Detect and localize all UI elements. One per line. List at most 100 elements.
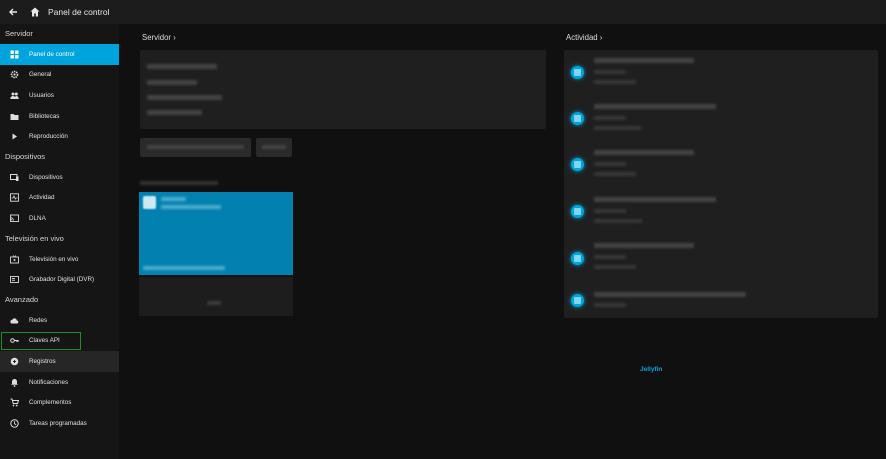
home-icon[interactable] xyxy=(29,6,41,18)
sidebar-item-dlna[interactable]: DLNA xyxy=(0,208,119,229)
sidebar-item-notificaciones[interactable]: Notificaciones xyxy=(0,372,119,393)
blurred-text xyxy=(594,209,626,213)
activity-section-title[interactable]: Actividad › xyxy=(566,33,602,42)
sidebar-item-label: Grabador Digital (DVR) xyxy=(29,276,95,284)
activity-list-card xyxy=(564,50,878,318)
sidebar-item-label: Panel de control xyxy=(29,50,75,58)
blurred-text xyxy=(594,219,642,223)
blurred-text xyxy=(147,80,197,85)
activity-icon xyxy=(571,252,584,265)
top-bar: Panel de control xyxy=(0,0,886,24)
device-logo-icon xyxy=(143,196,156,209)
blurred-text xyxy=(262,145,286,149)
dvr-icon xyxy=(10,275,19,284)
play-icon xyxy=(10,132,19,141)
blurred-text xyxy=(594,162,626,166)
jellyfin-link[interactable]: Jellyfin xyxy=(640,366,662,373)
page-title: Panel de control xyxy=(48,7,110,17)
blurred-text xyxy=(161,197,186,201)
pulse-icon xyxy=(10,193,19,203)
sidebar-item-label: Notificaciones xyxy=(29,378,69,386)
blurred-text xyxy=(147,110,202,115)
blurred-text xyxy=(147,64,217,69)
clock-icon xyxy=(10,419,19,428)
sidebar-item-dispositivos[interactable]: Dispositivos xyxy=(0,167,119,188)
blurred-text xyxy=(594,292,746,297)
blurred-text xyxy=(594,58,694,63)
blurred-text xyxy=(594,126,642,130)
blurred-heading xyxy=(140,181,218,185)
activity-item[interactable] xyxy=(564,50,878,96)
sidebar-item-usuarios[interactable]: Usuarios xyxy=(0,85,119,106)
blurred-text xyxy=(147,95,222,100)
blurred-text xyxy=(594,243,694,248)
sidebar-item-actividad[interactable]: Actividad xyxy=(0,188,119,209)
cloud-icon xyxy=(10,316,19,325)
cast-icon xyxy=(10,214,19,223)
users-icon xyxy=(10,91,19,100)
sidebar-item-label: Reproducción xyxy=(29,133,68,141)
active-device-card[interactable] xyxy=(139,192,293,275)
sidebar-item-grabador-dvr[interactable]: Grabador Digital (DVR) xyxy=(0,269,119,290)
sidebar: Servidor Panel de control General Usuari… xyxy=(0,24,119,459)
sidebar-item-label: Registros xyxy=(29,357,56,365)
blurred-text xyxy=(161,205,221,209)
activity-icon xyxy=(571,294,584,307)
folder-icon xyxy=(10,112,19,121)
blurred-text xyxy=(594,255,626,259)
blurred-text xyxy=(594,265,636,269)
blurred-text xyxy=(594,70,626,74)
log-icon xyxy=(10,357,19,366)
blurred-text xyxy=(594,303,626,307)
sidebar-item-label: Complementos xyxy=(29,399,72,407)
server-info-card xyxy=(140,50,546,129)
blurred-text xyxy=(594,197,716,202)
sidebar-item-television-en-vivo[interactable]: Televisión en vivo xyxy=(0,249,119,270)
sidebar-section-avanzado: Avanzado xyxy=(5,294,39,304)
sidebar-item-tareas-programadas[interactable]: Tareas programadas xyxy=(0,413,119,434)
gear-icon xyxy=(10,70,19,79)
blurred-text xyxy=(143,266,225,270)
sidebar-item-label: Dispositivos xyxy=(29,173,63,181)
sidebar-item-label: Redes xyxy=(29,316,48,324)
sidebar-item-general[interactable]: General xyxy=(0,65,119,86)
activity-item[interactable] xyxy=(564,144,878,190)
blurred-text xyxy=(594,80,636,84)
sidebar-item-panel-de-control[interactable]: Panel de control xyxy=(0,44,119,65)
server-secondary-button[interactable] xyxy=(256,138,292,157)
sidebar-item-reproduccion[interactable]: Reproducción xyxy=(0,126,119,147)
back-arrow-icon[interactable] xyxy=(7,6,19,18)
blurred-text xyxy=(594,150,694,155)
sidebar-item-label: Tareas programadas xyxy=(29,419,87,427)
key-icon xyxy=(10,336,19,345)
server-action-button[interactable] xyxy=(140,138,251,157)
sidebar-section-dispositivos: Dispositivos xyxy=(5,151,46,161)
device-card-footer xyxy=(139,277,293,316)
blurred-text xyxy=(594,104,716,109)
activity-icon xyxy=(571,66,584,79)
sidebar-item-label: Actividad xyxy=(29,194,55,202)
server-section-title[interactable]: Servidor › xyxy=(142,33,176,42)
blurred-text xyxy=(594,116,626,120)
activity-icon xyxy=(571,205,584,218)
sidebar-item-label: Televisión en vivo xyxy=(29,255,79,263)
sidebar-section-television-en-vivo: Televisión en vivo xyxy=(5,233,64,243)
sidebar-item-redes[interactable]: Redes xyxy=(0,310,119,331)
activity-item[interactable] xyxy=(564,238,878,284)
sidebar-item-label: General xyxy=(29,71,52,79)
sidebar-item-label: Bibliotecas xyxy=(29,112,60,120)
sidebar-item-claves-api[interactable]: Claves API xyxy=(0,331,82,352)
activity-icon xyxy=(571,158,584,171)
sidebar-item-label: Usuarios xyxy=(29,91,54,99)
sidebar-item-complementos[interactable]: Complementos xyxy=(0,392,119,413)
activity-item[interactable] xyxy=(564,98,878,144)
devices-icon xyxy=(10,173,19,182)
tv-icon xyxy=(10,254,19,264)
cart-icon xyxy=(10,398,19,407)
sidebar-item-registros[interactable]: Registros xyxy=(0,351,119,372)
activity-item[interactable] xyxy=(564,284,878,318)
blurred-text xyxy=(147,145,244,149)
sidebar-item-bibliotecas[interactable]: Bibliotecas xyxy=(0,106,119,127)
activity-item[interactable] xyxy=(564,192,878,238)
sidebar-item-label: DLNA xyxy=(29,214,46,222)
